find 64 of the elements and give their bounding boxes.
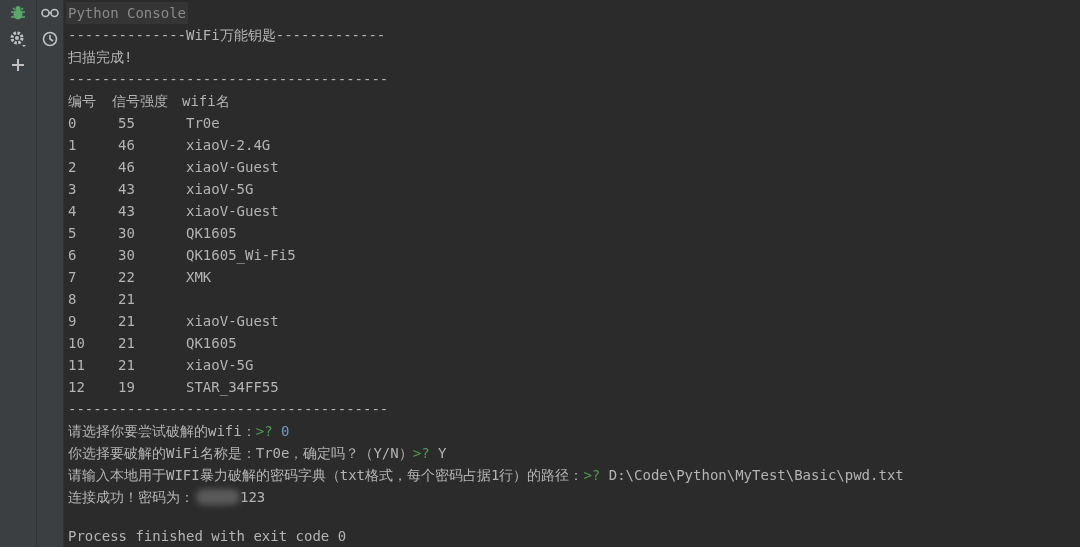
console-text: --------------WiFi万能钥匙------------- [68, 26, 386, 45]
table-cell-text: 46 [118, 136, 136, 155]
table-cell-text: Tr0e [186, 114, 221, 133]
column-header: 信号强度 [112, 92, 169, 111]
table-cell-text: 43 [118, 202, 136, 221]
settings-icon[interactable] [9, 30, 27, 48]
table-cell-text: 7 [68, 268, 78, 287]
console-text: Process finished with exit code 0 [68, 527, 347, 546]
table-cell-text: xiaoV-5G [186, 356, 255, 375]
plus-icon[interactable] [11, 58, 25, 72]
table-cell-text: 19 [118, 378, 136, 397]
table-cell-text: 21 [118, 356, 136, 375]
table-cell-text: 6 [68, 246, 78, 265]
redaction-blur [196, 489, 240, 505]
table-cell-text: xiaoV-2.4G [186, 136, 272, 155]
console-text: -------------------------------------- [68, 400, 389, 419]
console-text: 请选择你要尝试破解的wifi： [68, 422, 256, 441]
clock-icon[interactable] [42, 31, 58, 47]
table-cell-text: 21 [118, 312, 136, 331]
table-cell-text: xiaoV-Guest [186, 202, 280, 221]
table-cell-text: 11 [68, 356, 86, 375]
console-text: 请输入本地用于WIFI暴力破解的密码字典（txt格式，每个密码占据1行）的路径： [68, 466, 584, 485]
table-cell-text: QK1605_Wi-Fi5 [186, 246, 297, 266]
table-cell-text: 22 [118, 268, 136, 287]
input-prompt: >? [412, 444, 431, 463]
input-text: D:\Code\Python\MyTest\Basic\pwd.txt [608, 466, 904, 485]
table-cell-text: 21 [118, 290, 136, 309]
table-cell-text: 43 [118, 180, 136, 199]
table-cell-text: 4 [68, 202, 78, 221]
console-text: 123 [240, 488, 266, 507]
table-cell-text: 30 [118, 224, 136, 243]
console-title: Python Console [66, 2, 188, 24]
table-cell-text: QK1605 [186, 224, 238, 243]
table-cell-text: 2 [68, 158, 78, 177]
table-cell-text: 46 [118, 158, 136, 177]
console-text: 扫描完成! [68, 48, 133, 67]
table-cell-text: xiaoV-Guest [186, 312, 280, 331]
table-cell-text: QK1605 [186, 334, 238, 353]
table-cell-text: 9 [68, 312, 78, 331]
bug-icon[interactable] [10, 5, 26, 21]
table-cell-text: 3 [68, 180, 78, 199]
table-cell-text: 55 [118, 114, 136, 133]
table-cell-text: 12 [68, 378, 86, 397]
console-text: 连接成功！密码为： [68, 488, 194, 507]
console-text: -------------------------------------- [68, 70, 389, 89]
table-cell-text: XMK [186, 268, 213, 287]
table-cell-text: 30 [118, 246, 136, 265]
table-cell-text: 10 [68, 334, 86, 353]
glasses-icon[interactable] [41, 8, 59, 18]
table-cell-text: STAR_34FF55 [186, 378, 280, 398]
table-cell-text: xiaoV-5G [186, 180, 255, 199]
table-cell-text: 5 [68, 224, 78, 243]
table-cell-text: 8 [68, 290, 78, 309]
column-header: 编号 [68, 92, 97, 111]
input-prompt: >? [583, 466, 602, 485]
table-cell-text: 1 [68, 136, 78, 155]
input-prompt: >? [255, 422, 274, 441]
column-header: wifi名 [182, 92, 231, 111]
console-text: 你选择要破解的WiFi名称是：Tr0e，确定吗？（Y/N） [68, 444, 413, 463]
table-cell-text: 21 [118, 334, 136, 353]
input-text: 0 [281, 422, 290, 441]
table-cell-text: 0 [68, 114, 78, 133]
table-cell-text: xiaoV-Guest [186, 158, 280, 177]
input-text: Y [438, 444, 447, 463]
